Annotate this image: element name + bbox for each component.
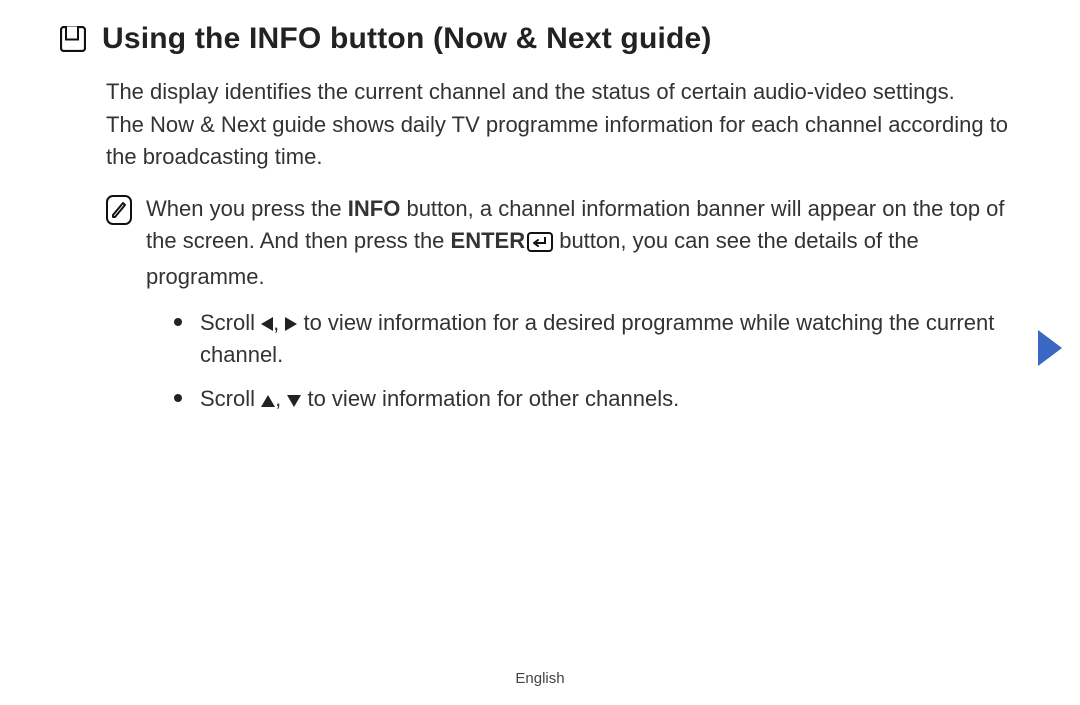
- enter-word: ENTER: [451, 228, 526, 253]
- heading-row: Using the INFO button (Now & Next guide): [60, 20, 1020, 58]
- b1-post: to view information for a desired progra…: [200, 310, 994, 367]
- note-content: When you press the INFO button, a channe…: [146, 193, 1020, 426]
- note-text: When you press the INFO button, a channe…: [146, 196, 1005, 289]
- note-pencil-icon: [106, 195, 132, 225]
- arrow-left-icon: [261, 317, 273, 331]
- b2-post: to view information for other channels.: [301, 386, 679, 411]
- sep1: ,: [273, 310, 285, 335]
- bullet-item-1: Scroll , to view information for a desir…: [174, 307, 1020, 371]
- section-bookmark-icon: [60, 26, 86, 52]
- intro-paragraph-2: The Now & Next guide shows daily TV prog…: [106, 109, 1020, 173]
- bullet-item-2: Scroll , to view information for other c…: [174, 383, 1020, 415]
- info-word: INFO: [348, 196, 401, 221]
- sep2: ,: [275, 386, 287, 411]
- b1-pre: Scroll: [200, 310, 261, 335]
- arrow-up-icon: [261, 395, 275, 407]
- arrow-down-icon: [287, 395, 301, 407]
- footer-language: English: [0, 670, 1080, 687]
- bullet-list: Scroll , to view information for a desir…: [146, 307, 1020, 415]
- intro-paragraph-1: The display identifies the current chann…: [106, 76, 1020, 108]
- page-title: Using the INFO button (Now & Next guide): [102, 20, 712, 58]
- manual-page: Using the INFO button (Now & Next guide)…: [0, 0, 1080, 427]
- note-pre: When you press the: [146, 196, 348, 221]
- note-block: When you press the INFO button, a channe…: [106, 193, 1020, 426]
- enter-return-icon: [527, 229, 553, 261]
- body-content: The display identifies the current chann…: [106, 76, 1020, 427]
- arrow-right-icon: [285, 317, 297, 331]
- b2-pre: Scroll: [200, 386, 261, 411]
- next-page-arrow[interactable]: [1038, 330, 1062, 366]
- chevron-right-icon: [1038, 330, 1062, 366]
